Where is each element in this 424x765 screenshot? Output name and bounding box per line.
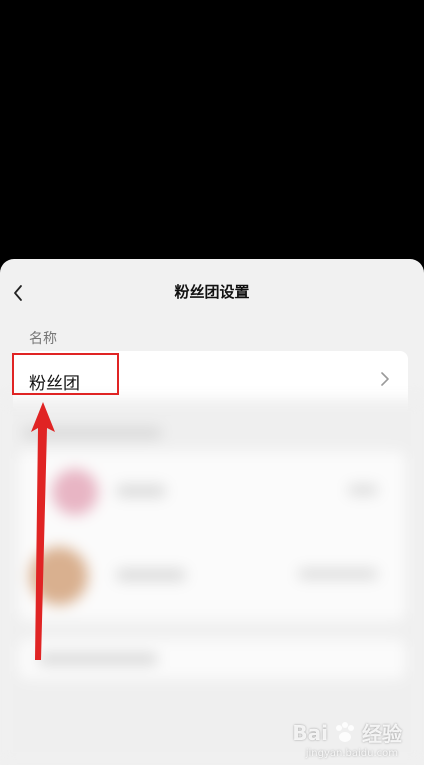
- fan-club-name-value: 粉丝团: [29, 374, 80, 394]
- watermark-brand: Bai: [292, 720, 328, 745]
- blurred-content: [0, 399, 424, 765]
- baidu-watermark: Bai 经验: [292, 718, 402, 747]
- name-section-label: 名称: [29, 331, 57, 347]
- sheet-header: 粉丝团设置: [0, 259, 424, 325]
- screen: 粉丝团设置 名称 粉丝团 Bai 经验 jingyan.baidu.com: [0, 0, 424, 765]
- watermark-brand-suffix: 经验: [362, 722, 402, 746]
- watermark-url: jingyan.baidu.com: [305, 748, 398, 759]
- page-title: 粉丝团设置: [174, 283, 250, 301]
- paw-icon: [336, 721, 354, 742]
- chevron-right-icon: [380, 371, 390, 391]
